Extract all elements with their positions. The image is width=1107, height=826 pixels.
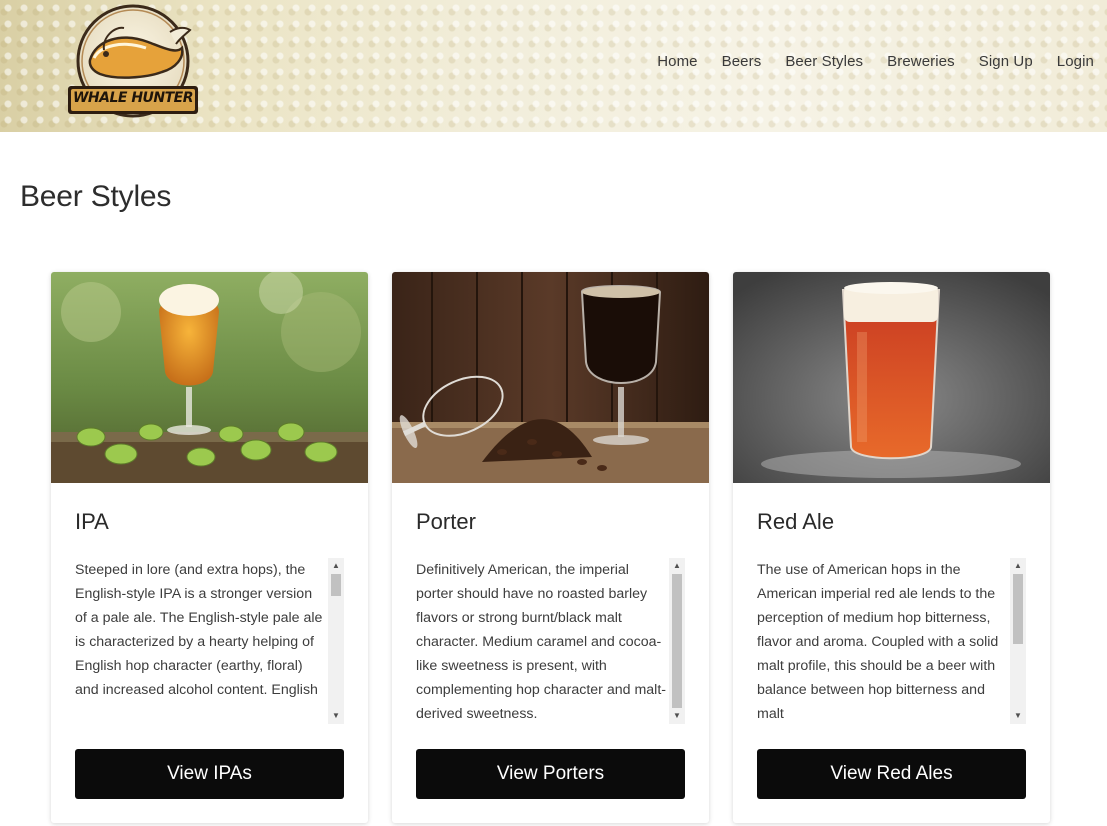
scroll-up-arrow-icon[interactable]: ▲	[1010, 559, 1026, 573]
description-scroll-area[interactable]: Definitively American, the imperial port…	[416, 558, 685, 724]
description-scroll-area[interactable]: The use of American hops in the American…	[757, 558, 1026, 724]
nav-login[interactable]: Login	[1057, 53, 1094, 70]
nav-home[interactable]: Home	[657, 53, 697, 70]
page-title: Beer Styles	[20, 180, 172, 213]
site-header: WHALE HUNTER Home Beers Beer Styles Brew…	[0, 0, 1107, 132]
scroll-down-arrow-icon[interactable]: ▼	[669, 709, 685, 723]
scroll-down-arrow-icon[interactable]: ▼	[1010, 709, 1026, 723]
scroll-down-arrow-icon[interactable]: ▼	[328, 709, 344, 723]
card-description: Definitively American, the imperial port…	[416, 562, 666, 722]
nav-beer-styles[interactable]: Beer Styles	[785, 53, 863, 70]
card-title: Red Ale	[757, 509, 835, 534]
main-nav: Home Beers Beer Styles Breweries Sign Up…	[633, 53, 1094, 70]
nav-beers[interactable]: Beers	[722, 53, 762, 70]
scroll-up-arrow-icon[interactable]: ▲	[328, 559, 344, 573]
view-red-ales-button[interactable]: View Red Ales	[757, 749, 1026, 799]
scrollbar-thumb[interactable]	[672, 574, 682, 708]
scrollbar[interactable]: ▲ ▼	[1010, 558, 1026, 724]
style-card-ipa: IPA Steeped in lore (and extra hops), th…	[51, 272, 368, 823]
nav-sign-up[interactable]: Sign Up	[979, 53, 1033, 70]
scrollbar[interactable]: ▲ ▼	[328, 558, 344, 724]
style-card-red-ale: Red Ale The use of American hops in the …	[733, 272, 1050, 823]
card-title: Porter	[416, 509, 476, 534]
porter-image	[392, 272, 709, 483]
view-ipas-button[interactable]: View IPAs	[75, 749, 344, 799]
logo-text: WHALE HUNTER	[72, 90, 194, 106]
card-title: IPA	[75, 509, 109, 534]
scroll-up-arrow-icon[interactable]: ▲	[669, 559, 685, 573]
view-porters-button[interactable]: View Porters	[416, 749, 685, 799]
description-scroll-area[interactable]: Steeped in lore (and extra hops), the En…	[75, 558, 344, 724]
scrollbar-thumb[interactable]	[1013, 574, 1023, 644]
card-description: The use of American hops in the American…	[757, 562, 999, 722]
nav-breweries[interactable]: Breweries	[887, 53, 955, 70]
red-ale-image	[733, 272, 1050, 483]
scrollbar[interactable]: ▲ ▼	[669, 558, 685, 724]
card-description: Steeped in lore (and extra hops), the En…	[75, 562, 323, 698]
ipa-image	[51, 272, 368, 483]
style-card-porter: Porter Definitively American, the imperi…	[392, 272, 709, 823]
scrollbar-thumb[interactable]	[331, 574, 341, 596]
